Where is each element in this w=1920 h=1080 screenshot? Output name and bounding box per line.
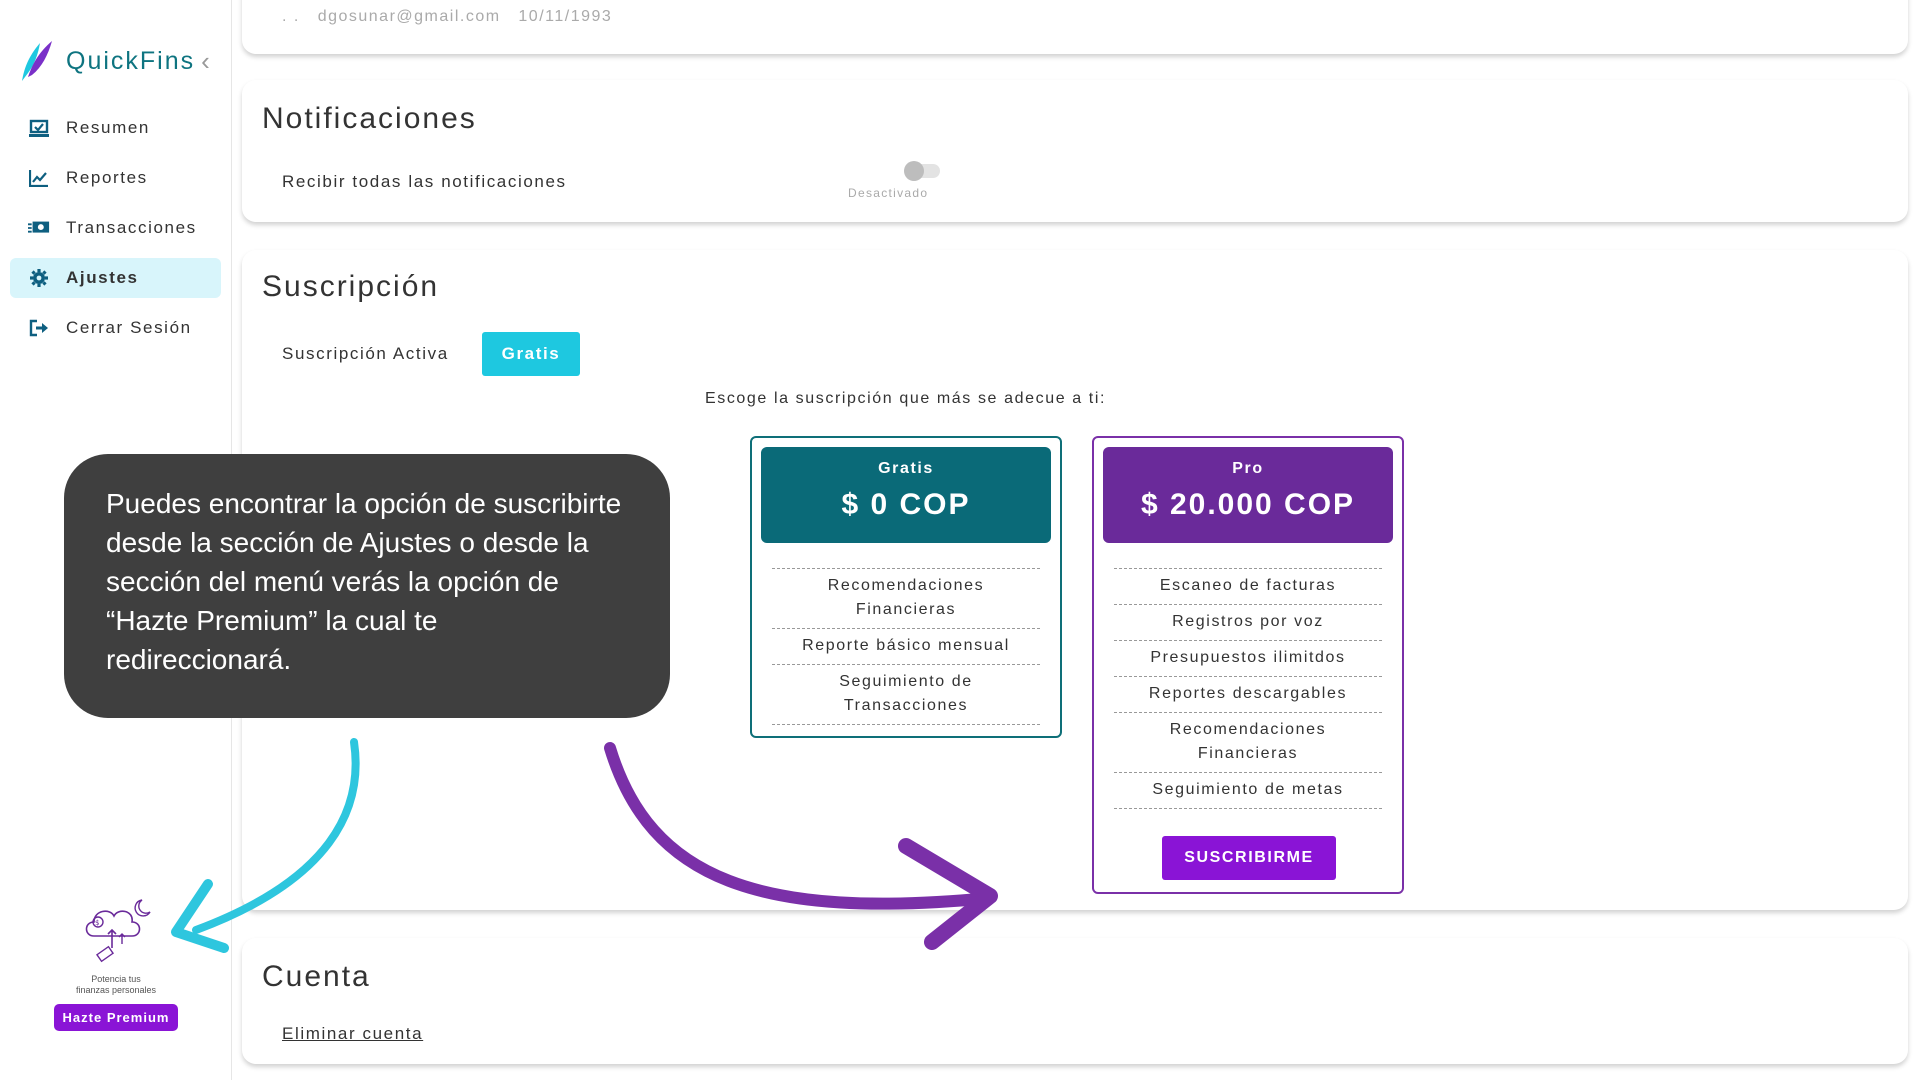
profile-info: . . dgosunar@gmail.com 10/11/1993 xyxy=(282,8,612,26)
plan-name: Gratis xyxy=(878,460,934,477)
sidebar-item-reportes[interactable]: Reportes xyxy=(10,158,221,198)
promo-caption: Potencia tus finanzas personales xyxy=(48,974,184,996)
plan-card-pro[interactable]: Pro $ 20.000 COP Escaneo de facturas Reg… xyxy=(1092,436,1404,894)
notifications-label: Recibir todas las notificaciones xyxy=(282,172,567,191)
subscription-title: Suscripción xyxy=(262,270,440,303)
chart-icon xyxy=(28,168,50,188)
feather-logo-icon xyxy=(22,41,52,81)
plan-features: Escaneo de facturas Registros por voz Pr… xyxy=(1114,568,1382,809)
subscribe-button[interactable]: SUSCRIBIRME xyxy=(1162,836,1336,880)
money-icon xyxy=(28,218,50,238)
sidebar-item-cerrar-sesion[interactable]: Cerrar Sesión xyxy=(10,308,221,348)
svg-text:$: $ xyxy=(95,919,99,927)
sidebar-item-label: Resumen xyxy=(66,118,150,137)
sidebar-nav: Resumen Reportes Transacciones Ajustes C… xyxy=(10,108,221,358)
account-title: Cuenta xyxy=(262,960,371,993)
cloud-upload-illustration-icon: $ xyxy=(85,899,151,963)
brand-name: QuickFins xyxy=(66,46,196,75)
gear-icon xyxy=(28,268,50,288)
delete-account-link[interactable]: Eliminar cuenta xyxy=(282,1024,423,1044)
profile-email: dgosunar@gmail.com xyxy=(317,8,501,25)
plan-feature: Registros por voz xyxy=(1114,605,1382,641)
sidebar-item-ajustes[interactable]: Ajustes xyxy=(10,258,221,298)
account-card: Cuenta Eliminar cuenta xyxy=(242,938,1908,1064)
active-plan-badge: Gratis xyxy=(482,332,580,376)
plan-feature: Seguimiento de Transacciones xyxy=(772,665,1040,725)
plan-feature: Escaneo de facturas xyxy=(1114,569,1382,605)
plan-feature: Recomendaciones Financieras xyxy=(1114,713,1382,773)
plan-header: Gratis $ 0 COP xyxy=(761,447,1051,543)
profile-prefix: . . xyxy=(282,8,300,25)
promo-caption-line1: Potencia tus xyxy=(91,974,141,984)
premium-promo: $ Potencia tus finanzas personales Hazte… xyxy=(48,890,184,1031)
hazte-premium-button[interactable]: Hazte Premium xyxy=(53,1004,179,1031)
plan-name: Pro xyxy=(1232,460,1264,477)
sidebar-item-label: Transacciones xyxy=(66,218,197,237)
plan-feature: Reporte básico mensual xyxy=(772,629,1040,665)
collapse-sidebar-icon[interactable]: ‹ xyxy=(201,46,210,77)
sidebar-item-label: Ajustes xyxy=(66,268,139,287)
notifications-title: Notificaciones xyxy=(262,102,477,135)
plan-feature: Presupuestos ilimitdos xyxy=(1114,641,1382,677)
plan-feature: Reportes descargables xyxy=(1114,677,1382,713)
active-subscription-label: Suscripción Activa xyxy=(282,344,449,363)
promo-caption-line2: finanzas personales xyxy=(75,985,157,995)
tutorial-callout: Puedes encontrar la opción de suscribirt… xyxy=(64,454,670,718)
notifications-toggle-state: Desactivado xyxy=(848,186,929,200)
profile-card: . . dgosunar@gmail.com 10/11/1993 xyxy=(242,0,1908,54)
plan-feature: Seguimiento de metas xyxy=(1114,773,1382,809)
toggle-knob xyxy=(904,161,924,181)
brand[interactable]: QuickFins ‹ xyxy=(18,38,210,84)
summary-icon xyxy=(28,118,50,138)
sidebar-item-resumen[interactable]: Resumen xyxy=(10,108,221,148)
subscription-prompt: Escoge la suscripción que más se adecue … xyxy=(704,390,1107,407)
logout-icon xyxy=(28,318,50,338)
app-root: QuickFins ‹ Resumen Reportes Transaccion… xyxy=(0,0,1920,1080)
sidebar-item-label: Reportes xyxy=(66,168,148,187)
plan-price: $ 0 COP xyxy=(841,488,971,521)
plan-card-gratis[interactable]: Gratis $ 0 COP Recomendaciones Financier… xyxy=(750,436,1062,738)
sidebar-item-label: Cerrar Sesión xyxy=(66,318,192,337)
notifications-card: Notificaciones Recibir todas las notific… xyxy=(242,80,1908,222)
plan-price: $ 20.000 COP xyxy=(1140,488,1356,521)
plan-feature: Recomendaciones Financieras xyxy=(772,569,1040,629)
notifications-toggle[interactable] xyxy=(904,161,940,181)
profile-birthdate: 10/11/1993 xyxy=(518,8,613,25)
sidebar-item-transacciones[interactable]: Transacciones xyxy=(10,208,221,248)
plan-features: Recomendaciones Financieras Reporte bási… xyxy=(772,568,1040,725)
plan-header: Pro $ 20.000 COP xyxy=(1103,447,1393,543)
